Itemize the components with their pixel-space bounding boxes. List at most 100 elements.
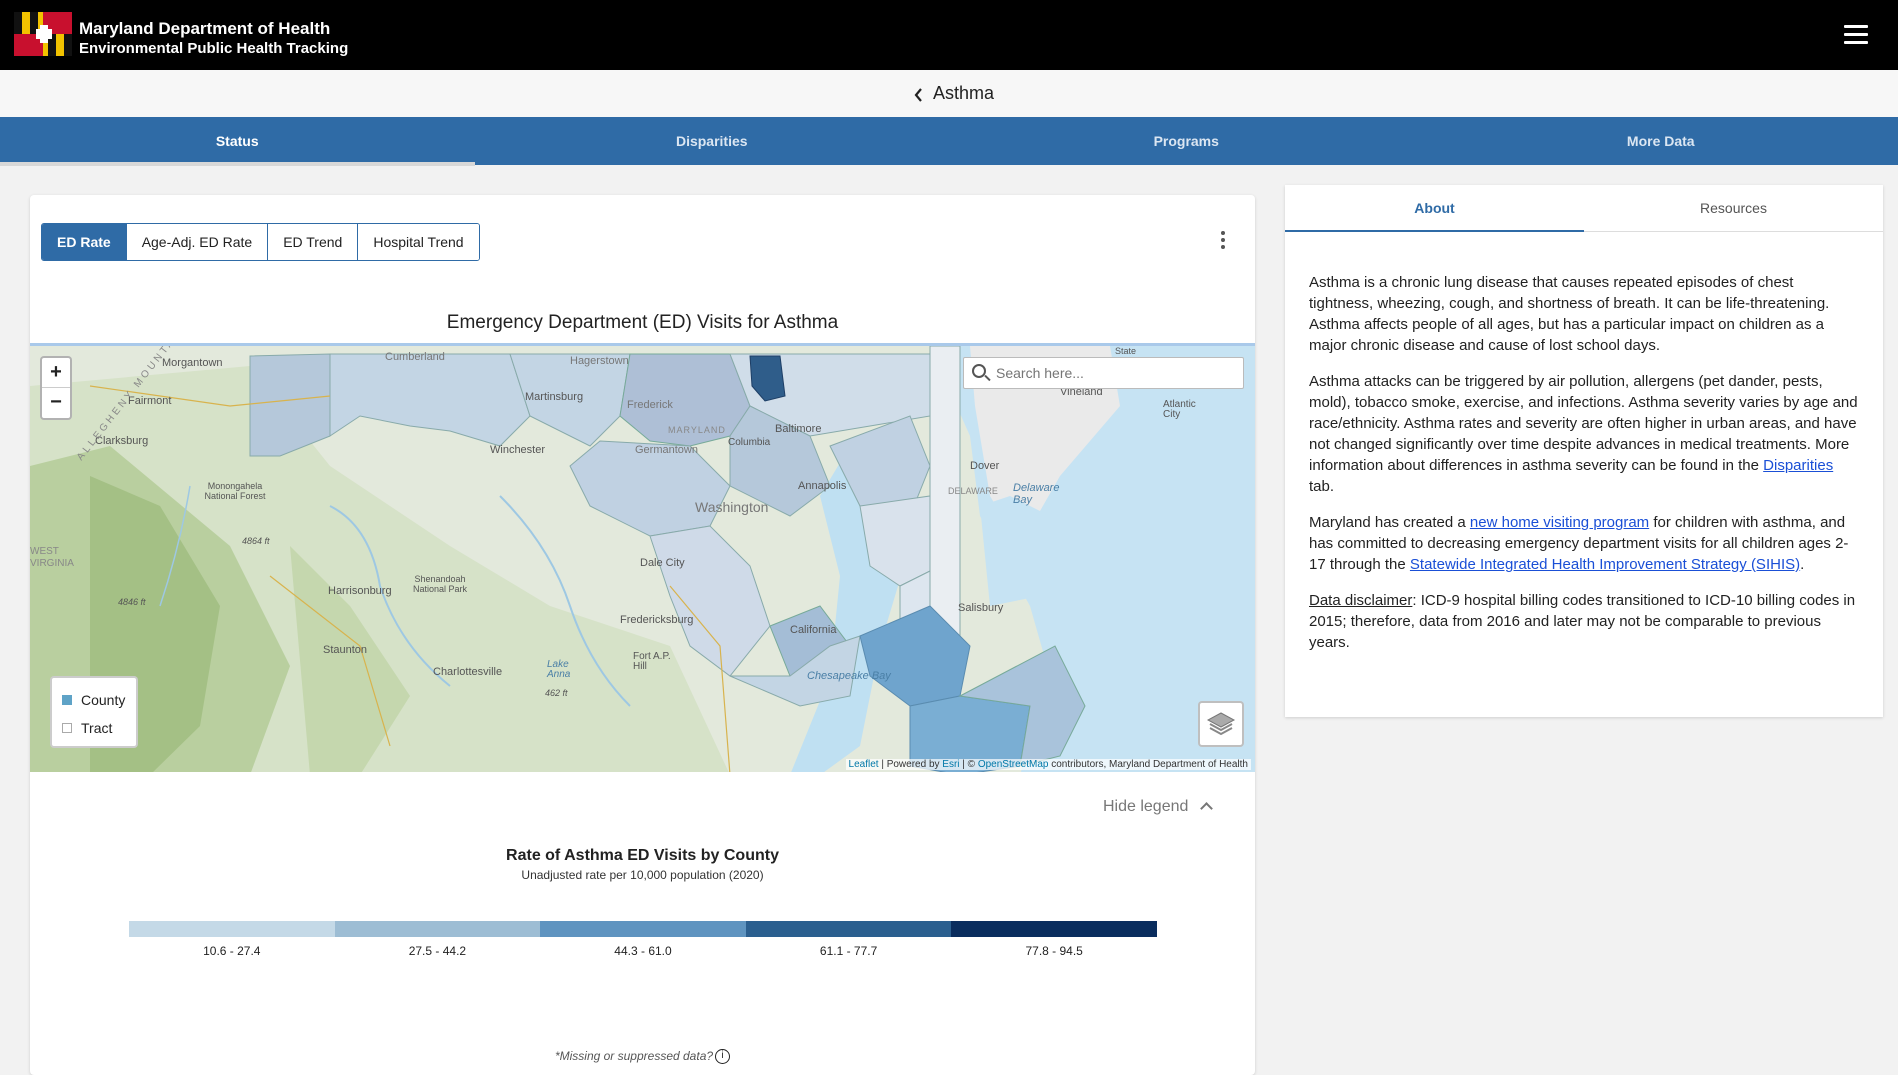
measure-button-group: ED Rate Age-Adj. ED Rate ED Trend Hospit… bbox=[41, 223, 480, 261]
tab-status[interactable]: Status bbox=[0, 117, 475, 165]
tab-more-data[interactable]: More Data bbox=[1424, 117, 1898, 165]
map-label-california: California bbox=[790, 624, 836, 636]
zoom-out-button[interactable]: − bbox=[42, 388, 70, 418]
map-label-harrisonburg: Harrisonburg bbox=[328, 585, 392, 597]
hide-legend-label: Hide legend bbox=[1103, 798, 1188, 815]
legend-bin-5-label: 77.8 - 94.5 bbox=[951, 944, 1157, 958]
age-adj-ed-rate-button[interactable]: Age-Adj. ED Rate bbox=[127, 224, 269, 260]
missing-data-note: *Missing or suppressed data?i bbox=[30, 1049, 1255, 1064]
map-label-maryland: MARYLAND bbox=[668, 425, 726, 435]
map-label-baltimore: Baltimore bbox=[775, 423, 821, 435]
map-card: ED Rate Age-Adj. ED Rate ED Trend Hospit… bbox=[30, 195, 1255, 1075]
map-label-frederick: Frederick bbox=[627, 399, 673, 411]
map-label-state: State bbox=[1115, 346, 1136, 356]
tab-disparities[interactable]: Disparities bbox=[475, 117, 950, 165]
map-label-dale-city: Dale City bbox=[640, 557, 685, 569]
legend-bin-5 bbox=[951, 921, 1157, 937]
chart-title: Emergency Department (ED) Visits for Ast… bbox=[30, 312, 1255, 334]
map-search-box bbox=[963, 357, 1244, 389]
about-p2-end: tab. bbox=[1309, 478, 1334, 495]
main-tabs: Status Disparities Programs More Data bbox=[0, 117, 1898, 165]
map-label-atlantic-city: Atlantic City bbox=[1163, 400, 1208, 420]
legend-bin-2-label: 27.5 - 44.2 bbox=[335, 944, 541, 958]
leaflet-link[interactable]: Leaflet bbox=[849, 759, 879, 770]
layer-county-label: County bbox=[81, 692, 125, 708]
tab-programs[interactable]: Programs bbox=[949, 117, 1424, 165]
hide-legend-toggle[interactable]: Hide legend bbox=[1103, 798, 1211, 816]
esri-link[interactable]: Esri bbox=[942, 759, 959, 770]
zoom-in-button[interactable]: + bbox=[42, 358, 70, 388]
about-paragraph-1: Asthma is a chronic lung disease that ca… bbox=[1309, 272, 1859, 356]
attribution-copyright: | © bbox=[960, 759, 978, 770]
about-panel: About Resources Asthma is a chronic lung… bbox=[1285, 185, 1883, 717]
legend-color-bar bbox=[129, 921, 1157, 937]
tab-resources[interactable]: Resources bbox=[1584, 185, 1883, 231]
map-search-input[interactable] bbox=[996, 363, 1236, 383]
legend-bin-4-label: 61.1 - 77.7 bbox=[746, 944, 952, 958]
search-icon bbox=[972, 364, 986, 378]
map-label-martinsburg: Martinsburg bbox=[525, 391, 583, 403]
legend-bin-3-label: 44.3 - 61.0 bbox=[540, 944, 746, 958]
tab-about[interactable]: About bbox=[1285, 185, 1584, 231]
map-label-germantown: Germantown bbox=[635, 444, 698, 456]
legend-labels: 10.6 - 27.4 27.5 - 44.2 44.3 - 61.0 61.1… bbox=[129, 944, 1157, 958]
attribution-powered: | Powered by bbox=[879, 759, 943, 770]
about-p3-text: Maryland has created a bbox=[1309, 514, 1470, 531]
map-label-delaware: DELAWARE bbox=[948, 486, 998, 496]
hamburger-menu-icon[interactable] bbox=[1844, 25, 1868, 45]
chevron-left-icon[interactable] bbox=[914, 87, 924, 103]
side-tabs: About Resources bbox=[1285, 185, 1883, 232]
map-label-delaware-bay: Delaware Bay bbox=[1013, 482, 1063, 506]
app-header: Maryland Department of Health Environmen… bbox=[0, 0, 1898, 70]
about-paragraph-2: Asthma attacks can be triggered by air p… bbox=[1309, 371, 1859, 497]
page-subheader: Asthma bbox=[0, 70, 1898, 117]
about-body: Asthma is a chronic lung disease that ca… bbox=[1285, 232, 1883, 653]
legend-bin-4 bbox=[746, 921, 952, 937]
map-label-cumberland: Cumberland bbox=[385, 351, 445, 363]
sihis-link[interactable]: Statewide Integrated Health Improvement … bbox=[1410, 556, 1800, 573]
data-disclaimer-label: Data disclaimer bbox=[1309, 592, 1412, 609]
map-attribution: Leaflet | Powered by Esri | © OpenStreet… bbox=[846, 759, 1251, 770]
layer-county[interactable]: County bbox=[62, 686, 126, 714]
map-label-morgantown: Morgantown bbox=[162, 357, 223, 369]
map-label-charlottesville: Charlottesville bbox=[433, 666, 502, 678]
legend-bin-1-label: 10.6 - 27.4 bbox=[129, 944, 335, 958]
more-options-icon[interactable] bbox=[1220, 231, 1226, 251]
program-name: Environmental Public Health Tracking bbox=[79, 40, 348, 57]
layer-toggle-legend: County Tract bbox=[50, 676, 138, 748]
layers-icon[interactable] bbox=[1198, 701, 1244, 747]
about-paragraph-4: Data disclaimer: ICD-9 hospital billing … bbox=[1309, 590, 1859, 653]
legend-title: Rate of Asthma ED Visits by County bbox=[30, 847, 1255, 865]
disparities-link[interactable]: Disparities bbox=[1763, 457, 1833, 474]
map-label-annapolis: Annapolis bbox=[798, 480, 846, 492]
map-label-elevation-2: 4846 ft bbox=[118, 597, 146, 607]
map-label-elevation-1: 4864 ft bbox=[242, 536, 270, 546]
home-visiting-program-link[interactable]: new home visiting program bbox=[1470, 514, 1649, 531]
maryland-flag-logo-icon[interactable] bbox=[14, 12, 72, 56]
page-title: Asthma bbox=[933, 83, 994, 104]
info-icon[interactable]: i bbox=[715, 1049, 730, 1064]
layer-tract[interactable]: Tract bbox=[62, 714, 126, 742]
choropleth-map[interactable]: Morgantown Cumberland Hagerstown State F… bbox=[30, 343, 1255, 772]
legend-bin-1 bbox=[129, 921, 335, 937]
ed-trend-button[interactable]: ED Trend bbox=[268, 224, 358, 260]
about-p3-end: . bbox=[1800, 556, 1804, 573]
ed-rate-button[interactable]: ED Rate bbox=[42, 224, 127, 260]
map-label-lake-anna: Lake Anna bbox=[547, 660, 577, 680]
map-label-chesapeake-bay: Chesapeake Bay bbox=[807, 670, 891, 682]
map-label-west-virginia: WEST VIRGINIA bbox=[30, 546, 70, 570]
map-label-shenandoah: Shenandoah National Park bbox=[405, 574, 475, 594]
map-label-washington: Washington bbox=[695, 499, 768, 515]
chevron-up-icon bbox=[1201, 802, 1214, 815]
map-label-winchester: Winchester bbox=[490, 444, 545, 456]
legend-bin-3 bbox=[540, 921, 746, 937]
map-label-hagerstown: Hagerstown bbox=[570, 355, 629, 367]
map-label-columbia: Columbia bbox=[728, 437, 770, 448]
county-swatch bbox=[62, 695, 72, 705]
map-label-monongahela: Monongahela National Forest bbox=[200, 481, 270, 501]
legend-subtitle: Unadjusted rate per 10,000 population (2… bbox=[30, 868, 1255, 882]
legend-bin-2 bbox=[335, 921, 541, 937]
hospital-trend-button[interactable]: Hospital Trend bbox=[358, 224, 478, 260]
osm-link[interactable]: OpenStreetMap bbox=[978, 759, 1049, 770]
layer-tract-label: Tract bbox=[81, 720, 112, 736]
